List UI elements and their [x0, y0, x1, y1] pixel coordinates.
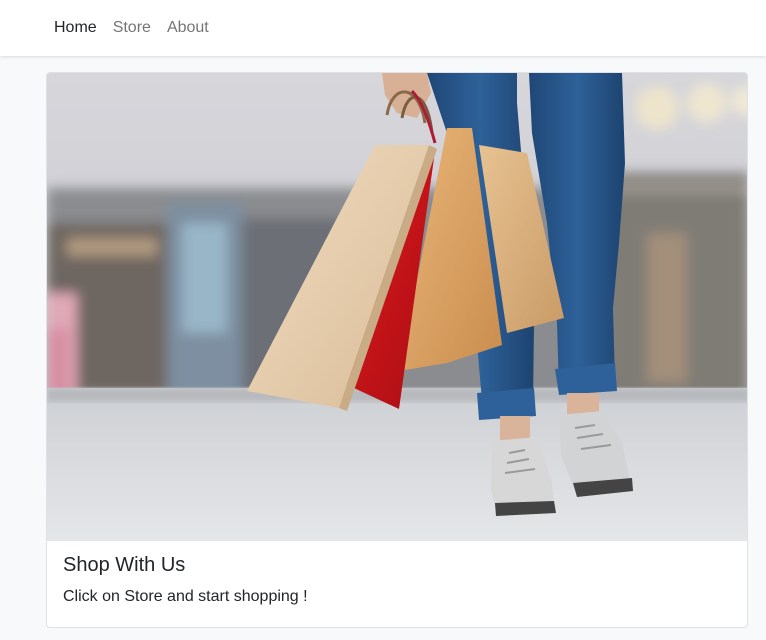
nav-home-link[interactable]: Home: [54, 19, 97, 37]
nav-store-link[interactable]: Store: [113, 19, 151, 37]
top-navbar: Home Store About: [0, 0, 766, 56]
card-title: Shop With Us: [63, 554, 186, 576]
nav-links: Home Store About: [54, 0, 209, 56]
card-text: Click on Store and start shopping !: [63, 588, 308, 605]
card-body: Shop With Us Click on Store and start sh…: [63, 553, 731, 608]
nav-about-link[interactable]: About: [167, 19, 209, 37]
hero-card: Shop With Us Click on Store and start sh…: [46, 72, 748, 628]
shopping-bags-image: [47, 73, 747, 541]
